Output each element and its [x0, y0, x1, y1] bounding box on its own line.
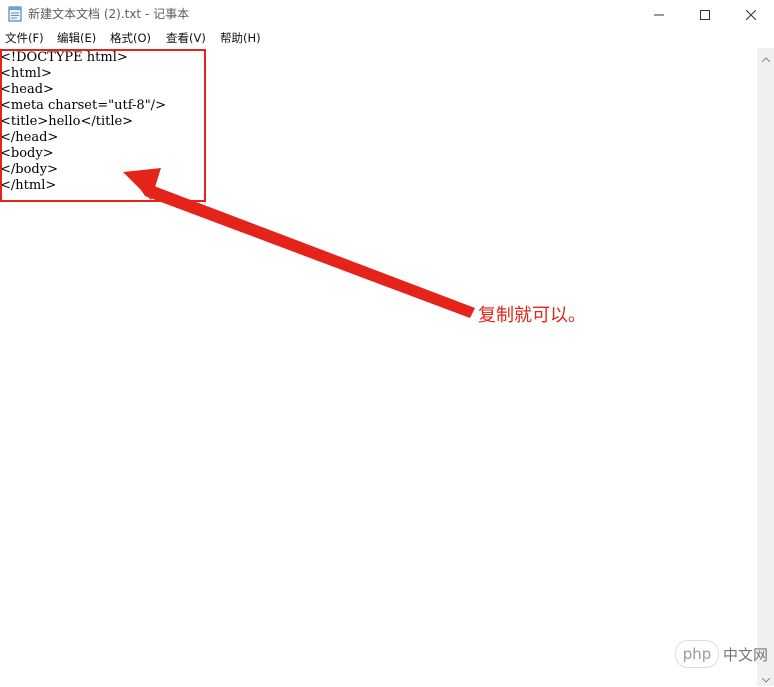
annotation-text: 复制就可以。: [478, 305, 586, 326]
watermark: php 中文网: [675, 640, 768, 668]
php-logo: php: [675, 640, 719, 668]
annotation-arrow: [123, 168, 475, 318]
watermark-text: 中文网: [723, 645, 769, 664]
